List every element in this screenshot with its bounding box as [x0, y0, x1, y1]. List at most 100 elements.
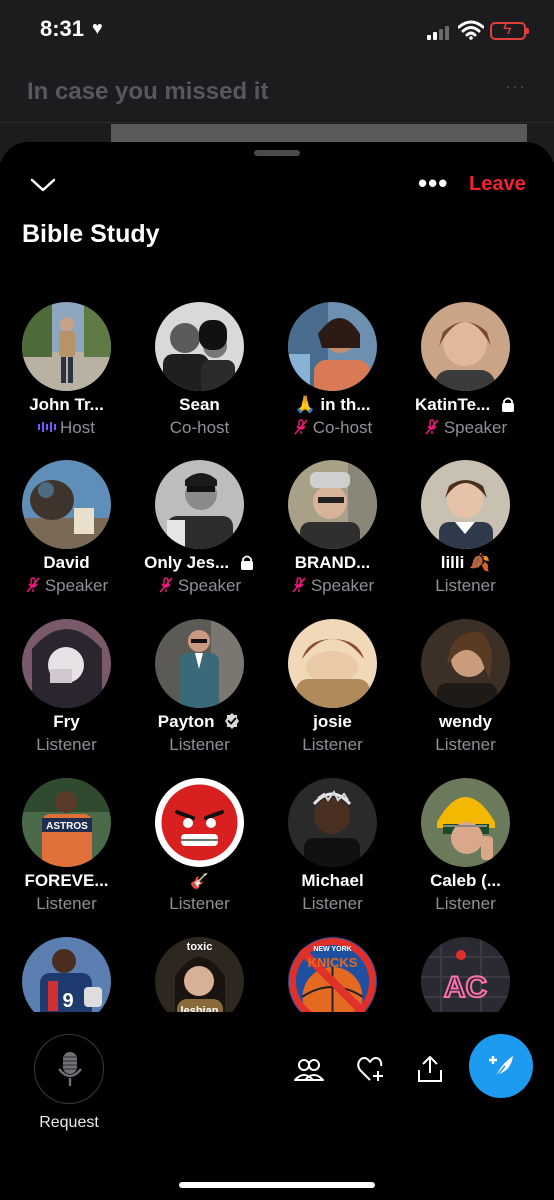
avatar — [288, 619, 377, 708]
participant-role: Listener — [302, 735, 363, 754]
participant-card[interactable]: John Tr... Host — [0, 302, 133, 452]
participant-card[interactable]: Michael Listener — [266, 778, 399, 928]
participant-name: FOREVE... — [24, 871, 109, 890]
participant-name: Payton — [133, 712, 266, 732]
participant-role: Listener — [169, 735, 230, 754]
participant-card[interactable]: David Speaker — [0, 460, 133, 610]
participant-name: Caleb (... — [430, 871, 501, 890]
heart-icon: ♥ — [92, 18, 103, 38]
avatar — [22, 302, 111, 391]
participant-name: lilli 🍂 — [440, 553, 491, 572]
participant-name: 🙏 in th... — [294, 395, 371, 414]
avatar — [421, 778, 510, 867]
participant-name: Fry — [53, 712, 80, 731]
participant-card[interactable]: 9 — [0, 937, 133, 1012]
verified-badge-icon — [225, 713, 240, 729]
avatar-caption-bottom: lesbian — [180, 1005, 219, 1012]
divider — [0, 122, 554, 123]
lock-icon — [240, 555, 253, 570]
avatar: KNICKS NEW YORK — [288, 937, 377, 1012]
participant-name: Sean — [179, 395, 220, 414]
timeline-heading: In case you missed it — [27, 78, 269, 105]
participant-card[interactable]: josie Listener — [266, 619, 399, 769]
avatar — [22, 619, 111, 708]
participant-name: John Tr... — [29, 395, 104, 414]
participant-name: wendy — [439, 712, 492, 731]
avatar — [421, 460, 510, 549]
participant-card[interactable]: lilli 🍂 Listener — [399, 460, 532, 610]
compose-button[interactable] — [469, 1034, 533, 1098]
participant-role: Listener — [36, 894, 97, 913]
avatar — [155, 778, 244, 867]
bottom-bar: Request — [0, 1012, 554, 1200]
participant-card[interactable]: Sean Co-host — [133, 302, 266, 452]
participant-card[interactable]: Payton Listener — [133, 619, 266, 769]
participant-card[interactable]: AC — [399, 937, 532, 1012]
more-options-button[interactable]: ••• — [418, 168, 448, 199]
knicks-text: KNICKS — [308, 955, 358, 970]
battery-icon: ϟ — [490, 21, 529, 40]
leave-button[interactable]: Leave — [469, 173, 526, 196]
avatar — [155, 302, 244, 391]
jersey-text: ASTROS — [46, 821, 88, 832]
avatar — [155, 619, 244, 708]
avatar: 9 — [22, 937, 111, 1012]
heart-plus-icon[interactable] — [356, 1054, 386, 1084]
participant-card[interactable]: 🙏 in th... Co-host — [266, 302, 399, 452]
cellular-signal-icon — [427, 24, 453, 40]
avatar — [421, 302, 510, 391]
participant-card[interactable]: KatinTe... Speaker — [399, 302, 532, 452]
participant-card[interactable]: toxic lesbian — [133, 937, 266, 1012]
knicks-subtext: NEW YORK — [313, 946, 351, 953]
mic-off-icon — [425, 419, 439, 435]
soundwave-icon — [38, 422, 57, 432]
participant-role: Host — [0, 418, 133, 438]
people-icon[interactable] — [294, 1054, 324, 1084]
participant-card[interactable]: ASTROS FOREVE... Listener — [0, 778, 133, 928]
participant-role: Listener — [435, 894, 496, 913]
participant-role: Listener — [36, 735, 97, 754]
participant-role: Speaker — [399, 418, 532, 438]
participant-name: Only Jes... — [133, 553, 266, 573]
sheet-grabber[interactable] — [254, 150, 300, 156]
participant-card[interactable]: KNICKS NEW YORK — [266, 937, 399, 1012]
home-indicator[interactable] — [179, 1182, 375, 1188]
neon-letters: AC — [444, 971, 487, 1004]
mic-off-icon — [26, 577, 40, 593]
collapse-chevron-icon[interactable] — [30, 176, 56, 194]
share-icon[interactable] — [415, 1054, 445, 1084]
participant-card[interactable]: wendy Listener — [399, 619, 532, 769]
participant-card[interactable]: BRAND... Speaker — [266, 460, 399, 610]
lock-icon — [501, 397, 514, 412]
participant-name: David — [43, 553, 90, 572]
participant-card[interactable]: Fry Listener — [0, 619, 133, 769]
avatar: AC — [421, 937, 510, 1012]
avatar: ASTROS — [22, 778, 111, 867]
participant-role: Listener — [435, 735, 496, 754]
participant-card[interactable]: Caleb (... Listener — [399, 778, 532, 928]
participant-role: Co-host — [266, 418, 399, 438]
avatar — [22, 460, 111, 549]
participant-name: Michael — [301, 871, 364, 890]
participant-name: KatinTe... — [399, 395, 532, 415]
avatar: toxic lesbian — [155, 937, 244, 1012]
jersey-number: 9 — [62, 990, 73, 1012]
participant-name: 🎸 — [190, 873, 209, 890]
avatar — [155, 460, 244, 549]
avatar — [288, 460, 377, 549]
mic-off-icon — [159, 577, 173, 593]
mic-off-icon — [292, 577, 306, 593]
participant-role: Listener — [169, 894, 230, 913]
participant-role: Listener — [435, 576, 496, 595]
participant-card[interactable]: Only Jes... Speaker — [133, 460, 266, 610]
request-mic-button[interactable] — [34, 1034, 104, 1104]
participant-role: Speaker — [133, 576, 266, 596]
avatar — [288, 302, 377, 391]
avatar — [421, 619, 510, 708]
participant-card[interactable]: 🎸 Listener — [133, 778, 266, 928]
participant-role: Speaker — [266, 576, 399, 596]
avatar-caption-top: toxic — [186, 941, 213, 953]
participant-name: josie — [313, 712, 352, 731]
participant-role: Speaker — [0, 576, 133, 596]
request-label[interactable]: Request — [14, 1114, 124, 1132]
